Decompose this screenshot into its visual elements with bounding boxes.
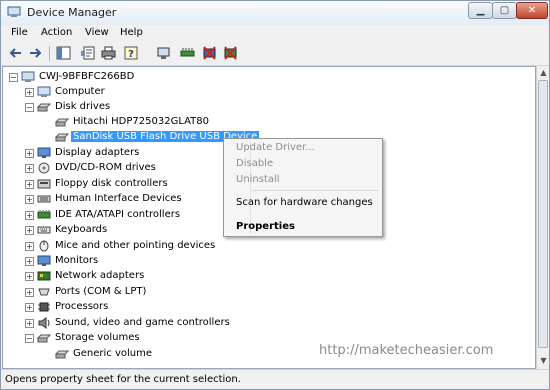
- maximize-button[interactable]: ▢: [492, 2, 517, 19]
- context-menu-separator: [252, 190, 379, 191]
- mouse-icon: [39, 240, 49, 252]
- menu-item-uninstall[interactable]: Uninstall: [236, 174, 280, 185]
- update-driver-icon[interactable]: [180, 46, 195, 60]
- tree-item-label: Network adapters: [55, 270, 145, 281]
- menu-bar: File Action View Help: [1, 25, 549, 42]
- svg-text:?: ?: [128, 49, 134, 60]
- tree-item-label: Display adapters: [55, 147, 140, 158]
- tree-item-label: DVD/CD-ROM drives: [55, 162, 156, 173]
- tree-item-label: Ports (COM & LPT): [55, 286, 147, 297]
- device-manager-icon: [7, 6, 21, 17]
- scroll-up-icon[interactable]: ▲: [538, 67, 549, 78]
- hid-icon: [37, 195, 51, 203]
- floppy-controller-icon: [37, 179, 51, 189]
- minimize-button[interactable]: ▁: [468, 2, 493, 19]
- expand-icon[interactable]: +: [25, 211, 34, 220]
- context-menu: Update Driver... Disable Uninstall Scan …: [223, 138, 383, 237]
- expand-icon[interactable]: +: [25, 242, 34, 251]
- expand-icon[interactable]: +: [25, 180, 34, 189]
- display-adapter-icon: [37, 147, 51, 158]
- expand-icon[interactable]: +: [25, 164, 34, 173]
- sound-icon: [38, 317, 50, 329]
- expand-icon[interactable]: +: [25, 319, 34, 328]
- close-icon: ✕: [527, 5, 537, 16]
- tree-item-label: Disk drives: [55, 101, 111, 112]
- menu-action[interactable]: Action: [41, 27, 72, 38]
- uninstall-icon[interactable]: [202, 46, 217, 60]
- back-icon[interactable]: [8, 46, 23, 60]
- print-icon[interactable]: [101, 46, 116, 60]
- close-button[interactable]: ✕: [516, 2, 548, 19]
- tree-item-label: Processors: [55, 301, 109, 312]
- tree-item-label: Computer: [55, 86, 105, 97]
- expand-icon[interactable]: +: [25, 226, 34, 235]
- collapse-icon[interactable]: −: [25, 103, 34, 112]
- scan-hardware-icon[interactable]: [156, 46, 171, 60]
- show-hide-console-tree-icon[interactable]: [56, 46, 71, 60]
- computer-icon: [21, 71, 35, 82]
- tree-item-label: Sound, video and game controllers: [55, 317, 230, 328]
- properties-icon[interactable]: [81, 46, 96, 60]
- scroll-thumb[interactable]: [538, 80, 548, 348]
- expand-icon[interactable]: +: [25, 195, 34, 204]
- disable-icon[interactable]: [223, 46, 238, 60]
- menu-help[interactable]: Help: [120, 27, 143, 38]
- menu-item-disable[interactable]: Disable: [236, 158, 273, 169]
- collapse-icon[interactable]: −: [9, 73, 18, 82]
- expand-icon[interactable]: +: [25, 303, 34, 312]
- expand-icon[interactable]: +: [25, 149, 34, 158]
- tree-item-label: Monitors: [55, 255, 99, 266]
- expand-icon[interactable]: +: [25, 288, 34, 297]
- expand-icon[interactable]: +: [25, 88, 34, 97]
- forward-icon[interactable]: [28, 46, 43, 60]
- toolbar: ?: [1, 42, 549, 66]
- tree-item-label: Keyboards: [55, 224, 108, 235]
- menu-item-scan-hardware[interactable]: Scan for hardware changes: [236, 197, 373, 208]
- tree-item-label: IDE ATA/ATAPI controllers: [55, 209, 181, 220]
- expand-icon[interactable]: +: [25, 257, 34, 266]
- disk-drive-icon: [37, 103, 51, 112]
- maximize-icon: ▢: [499, 5, 510, 16]
- vertical-scrollbar[interactable]: ▲ ▼: [536, 66, 549, 369]
- watermark: http://maketecheasier.com: [319, 343, 494, 358]
- menu-view[interactable]: View: [85, 27, 109, 38]
- menu-file[interactable]: File: [11, 27, 28, 38]
- keyboard-icon: [37, 226, 51, 234]
- storage-volume-icon: [37, 334, 51, 343]
- processor-icon: [38, 302, 50, 312]
- tree-item-label: Storage volumes: [55, 332, 140, 343]
- optical-drive-icon: [38, 162, 50, 174]
- tree-root-label: CWJ-9BFBFC266BD: [39, 71, 135, 82]
- scroll-down-icon[interactable]: ▼: [538, 355, 549, 366]
- usb-drive-icon: [55, 133, 69, 142]
- status-text: Opens property sheet for the current sel…: [5, 374, 241, 385]
- toolbar-separator: [49, 46, 50, 61]
- window-title: Device Manager: [27, 6, 117, 19]
- computer-icon: [37, 86, 51, 97]
- menu-item-properties[interactable]: Properties: [236, 221, 295, 232]
- title-bar[interactable]: Device Manager ▁ ▢ ✕: [1, 1, 549, 26]
- help-icon[interactable]: ?: [124, 46, 139, 60]
- collapse-icon[interactable]: −: [25, 334, 34, 343]
- storage-volume-icon: [55, 350, 69, 359]
- tree-item-label: Hitachi HDP725032GLAT80: [73, 116, 210, 127]
- status-bar: Opens property sheet for the current sel…: [1, 369, 549, 389]
- minimize-icon: ▁: [476, 5, 485, 16]
- expand-icon[interactable]: +: [25, 272, 34, 281]
- port-icon: [38, 288, 50, 296]
- monitor-icon: [37, 255, 51, 266]
- ide-controller-icon: [37, 210, 51, 219]
- tree-item-label: Human Interface Devices: [55, 193, 182, 204]
- tree-item-label: Generic volume: [73, 348, 153, 359]
- menu-item-update-driver[interactable]: Update Driver...: [236, 142, 315, 153]
- disk-drive-icon: [55, 118, 69, 127]
- network-adapter-icon: [37, 271, 51, 281]
- tree-item-label: Mice and other pointing devices: [55, 240, 216, 251]
- device-manager-window: Device Manager ▁ ▢ ✕ File Action View He…: [0, 0, 550, 390]
- tree-item-label: Floppy disk controllers: [55, 178, 168, 189]
